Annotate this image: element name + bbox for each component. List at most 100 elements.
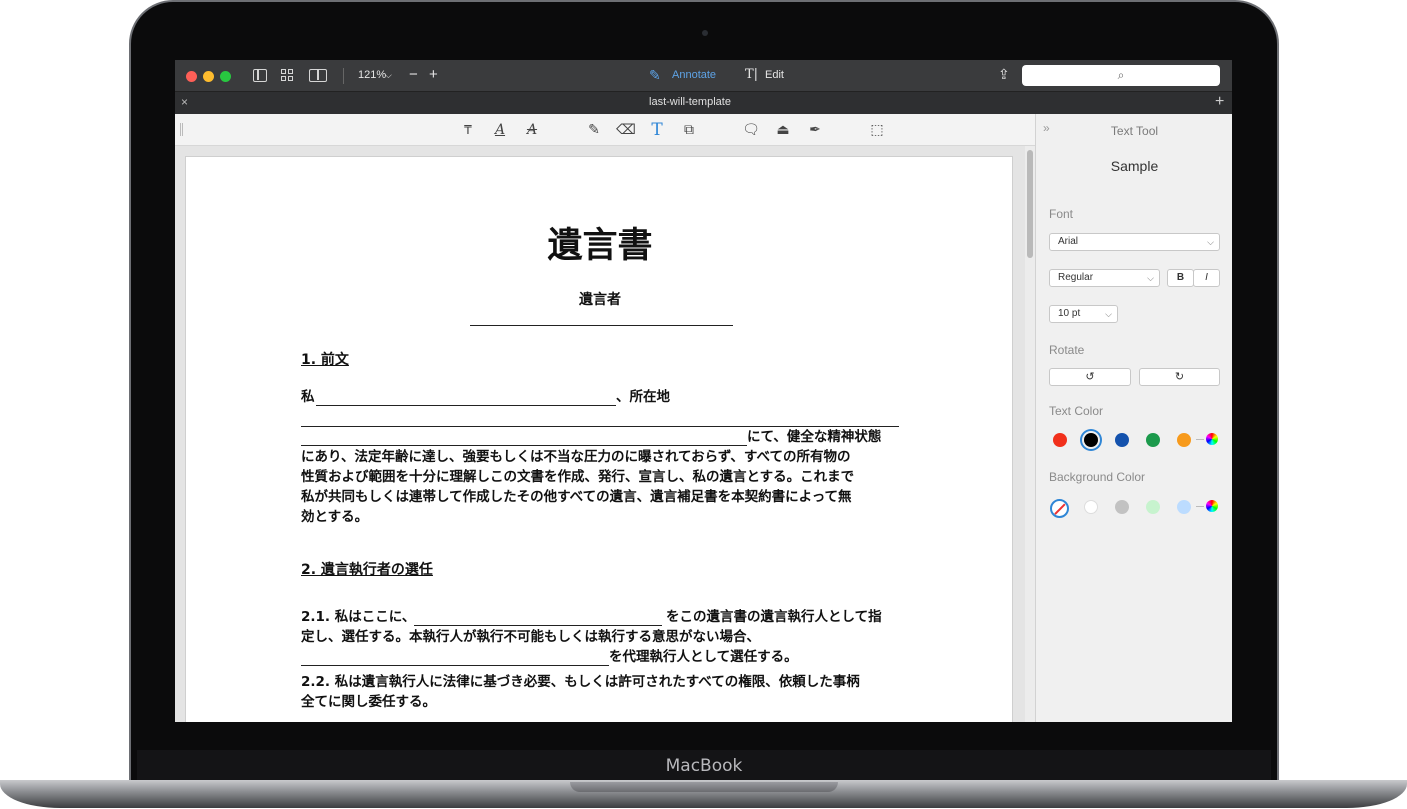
- font-sample: Sample: [1110, 158, 1159, 174]
- app-window: 121% ⌵ − + ✎ Annotate T| Edit ⇪ ⌕ × last…: [175, 60, 1232, 722]
- background-color-swatch[interactable]: [1084, 500, 1098, 514]
- highlight-text-icon[interactable]: ₸: [458, 120, 478, 140]
- sidebar-toggle-icon[interactable]: [253, 69, 267, 82]
- title-bar: 121% ⌵ − + ✎ Annotate T| Edit ⇪ ⌕: [175, 60, 1232, 91]
- annotation-toolbar: ₸ A A ✎ ⌫ T ⧉ 🗨 ⏏ ✒ ⬚: [175, 114, 1035, 146]
- font-label: Font: [1049, 207, 1074, 221]
- chevron-down-icon: ⌵: [1147, 273, 1154, 283]
- blank-line: [414, 625, 662, 626]
- slash-icon: [1054, 503, 1066, 515]
- paragraph-text: 定し、選任する。本執行人が執行不可能もしくは執行する意思がない場合、: [301, 629, 760, 645]
- background-color-swatch[interactable]: [1115, 500, 1129, 514]
- minimize-window-button[interactable]: [203, 71, 214, 82]
- blank-line: [316, 405, 616, 406]
- font-select-value: Arial: [1058, 236, 1079, 247]
- text-color-label: Text Color: [1049, 404, 1104, 418]
- divider: [1196, 439, 1204, 440]
- paragraph-text: をこの遺言書の遺言執行人として指: [666, 609, 882, 625]
- font-style-select[interactable]: Regular ⌵: [1049, 269, 1160, 287]
- pdf-page: 遺言書 遺言者 1. 前文 私 、所在地 にて、健全な精神状態 にあり、法定年齢…: [185, 156, 1013, 722]
- selection-icon[interactable]: ⬚: [867, 120, 887, 140]
- new-tab-button[interactable]: +: [1215, 93, 1224, 111]
- edit-text-icon: T|: [745, 67, 759, 82]
- bold-button[interactable]: B: [1167, 269, 1194, 287]
- shapes-icon[interactable]: ⧉: [679, 120, 699, 140]
- toolbar-handle[interactable]: [180, 123, 183, 136]
- section-heading: 1. 前文: [301, 352, 349, 368]
- signature-icon[interactable]: ✒: [805, 120, 825, 140]
- paragraph-text: にて、健全な精神状態: [747, 429, 882, 445]
- edit-mode-button[interactable]: Edit: [765, 69, 784, 81]
- panel-title: Text Tool: [1110, 124, 1159, 138]
- zoom-out-button[interactable]: −: [409, 66, 418, 83]
- paragraph-text: 性質および範囲を十分に理解しこの文書を作成、発行、宣言し、私の遺言とする。これま…: [301, 469, 855, 485]
- note-icon[interactable]: 🗨: [741, 120, 761, 140]
- color-picker-icon[interactable]: [1206, 500, 1218, 512]
- pencil-icon[interactable]: ✎: [584, 120, 604, 140]
- annotate-mode-button[interactable]: Annotate: [672, 69, 716, 81]
- text-tool-panel: » Text Tool Sample Font Arial ⌵ Regular ⌵ …: [1035, 114, 1232, 722]
- zoom-window-button[interactable]: [220, 71, 231, 82]
- chevron-down-icon: ⌵: [1105, 309, 1112, 319]
- laptop-notch: [570, 782, 838, 792]
- rotate-label: Rotate: [1049, 343, 1085, 357]
- brand-label: MacBook: [665, 756, 743, 776]
- document-viewport: 遺言書 遺言者 1. 前文 私 、所在地 にて、健全な精神状態 にあり、法定年齢…: [175, 146, 1035, 722]
- text-color-swatch[interactable]: [1084, 433, 1098, 447]
- scrollbar-thumb[interactable]: [1027, 150, 1033, 258]
- font-style-value: Regular: [1058, 272, 1094, 283]
- paragraph-text: 私: [301, 389, 315, 405]
- text-tool-icon[interactable]: T: [647, 120, 667, 140]
- paragraph-text: を代理執行人として選任する。: [609, 649, 798, 665]
- background-color-swatch[interactable]: [1177, 500, 1191, 514]
- stamp-icon[interactable]: ⏏: [773, 120, 793, 140]
- divider: [343, 68, 344, 84]
- rotate-ccw-icon: ↺: [1085, 371, 1095, 383]
- rotate-cw-icon: ↻: [1174, 371, 1185, 383]
- font-select[interactable]: Arial ⌵: [1049, 233, 1220, 251]
- thumbnails-icon[interactable]: [281, 69, 295, 82]
- eraser-icon[interactable]: ⌫: [616, 120, 636, 140]
- underline-text-icon[interactable]: A: [490, 120, 510, 140]
- annotate-pen-icon: ✎: [649, 67, 661, 83]
- testator-blank-line: [470, 325, 733, 326]
- rotate-right-button[interactable]: ↻: [1139, 368, 1220, 386]
- color-picker-icon[interactable]: [1206, 433, 1218, 445]
- no-fill-swatch[interactable]: [1050, 499, 1069, 518]
- text-color-swatch[interactable]: [1053, 433, 1067, 447]
- paragraph-text: 全てに関し委任する。: [301, 694, 436, 710]
- chevron-down-icon: ⌵: [1207, 237, 1214, 247]
- background-color-swatch[interactable]: [1146, 500, 1160, 514]
- paragraph-text: 、所在地: [616, 389, 670, 405]
- font-size-select[interactable]: 10 pt ⌵: [1049, 305, 1118, 323]
- paragraph-text: 2.2. 私は遺言執行人に法律に基づき必要、もしくは許可されたすべての権限、依頼…: [301, 674, 860, 690]
- zoom-level[interactable]: 121%: [358, 69, 386, 81]
- italic-button[interactable]: I: [1193, 269, 1220, 287]
- text-color-swatch[interactable]: [1115, 433, 1129, 447]
- text-color-swatch[interactable]: [1146, 433, 1160, 447]
- close-window-button[interactable]: [186, 71, 197, 82]
- blank-line: [301, 665, 609, 666]
- zoom-in-button[interactable]: +: [429, 66, 438, 83]
- strikethrough-text-icon[interactable]: A: [522, 120, 542, 140]
- tab-title[interactable]: last-will-template: [175, 96, 1205, 108]
- divider: [1196, 506, 1204, 507]
- two-page-view-icon[interactable]: [309, 69, 327, 82]
- magnifier-icon: ⌕: [1117, 68, 1125, 82]
- document-title: 遺言書: [547, 226, 653, 266]
- rotate-left-button[interactable]: ↺: [1049, 368, 1131, 386]
- tab-bar: × last-will-template +: [175, 91, 1232, 114]
- share-icon[interactable]: ⇪: [998, 66, 1010, 83]
- camera: [702, 30, 708, 36]
- testator-label: 遺言者: [579, 292, 621, 308]
- background-color-label: Background Color: [1049, 470, 1146, 484]
- paragraph-text: 効とする。: [301, 509, 369, 525]
- paragraph-text: 2.1. 私はここに、: [301, 609, 416, 625]
- search-input[interactable]: ⌕: [1022, 65, 1220, 86]
- font-size-value: 10 pt: [1058, 308, 1081, 319]
- section-heading: 2. 遺言執行者の選任: [301, 562, 433, 578]
- vertical-scrollbar[interactable]: [1025, 146, 1035, 722]
- paragraph-text: にあり、法定年齢に達し、強要もしくは不当な圧力のに曝されておらず、すべての所有物…: [301, 449, 851, 465]
- text-color-swatch[interactable]: [1177, 433, 1191, 447]
- chevron-down-icon[interactable]: ⌵: [385, 70, 392, 81]
